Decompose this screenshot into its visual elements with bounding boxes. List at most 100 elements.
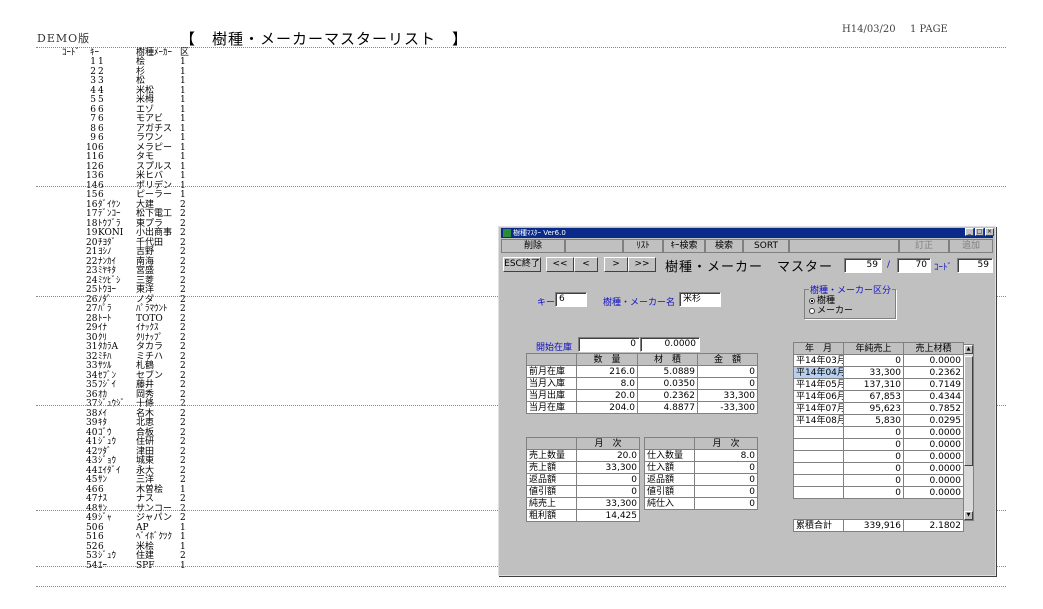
row-code: 11 — [86, 152, 98, 162]
key-field[interactable]: 6 — [555, 292, 587, 307]
row-name: ﾍﾞｲﾎﾞｸﾂｸ — [136, 532, 173, 542]
scroll-up-icon[interactable]: ▲ — [964, 345, 973, 354]
table-row[interactable]: 平14年06月 67,853 0.4344 — [793, 390, 964, 403]
esc-exit-button[interactable]: ESC終了 — [503, 257, 541, 272]
cell-value: 0 — [843, 474, 904, 487]
cell-value: 95,623 — [843, 402, 904, 415]
minimize-button[interactable]: _ — [965, 228, 974, 236]
cell-value: 20.0 — [576, 389, 638, 402]
table-row: 売上額 33,300 — [526, 461, 640, 474]
row-kind: 2 — [180, 266, 186, 276]
row-key: ｻﾝ — [98, 475, 108, 485]
table-row[interactable]: 平14年03月 0 0.0000 — [793, 354, 964, 367]
menu-list[interactable]: ﾘｽﾄ — [623, 239, 663, 253]
month-cell — [793, 426, 844, 439]
row-label: 値引額 — [526, 485, 577, 498]
row-key: ｼﾞｮｳ — [98, 456, 117, 466]
master-window[interactable]: 樹種ﾏｽﾀｰ Ver6.0 _ □ × 削除 ﾘｽﾄ ｷｰ検索 検索 SORT … — [498, 226, 996, 576]
report-date: H14/03/20 — [842, 24, 896, 35]
menu-blank-2[interactable] — [789, 239, 899, 253]
kind-radio-maker-label: メーカー — [817, 306, 854, 316]
window-title-bar[interactable]: 樹種ﾏｽﾀｰ Ver6.0 — [501, 228, 993, 238]
history-header-row: 年 月年純売上 売上材積 — [793, 342, 964, 355]
cell-value: 0 — [843, 438, 904, 451]
kind-radio-maker[interactable]: メーカー — [809, 307, 853, 316]
col-code-header: ｺｰﾄﾞ — [62, 48, 81, 58]
cell-value: 0.0000 — [903, 426, 964, 439]
cell-value: 0 — [694, 461, 758, 474]
name-field[interactable]: 米杉 — [679, 292, 721, 307]
row-key: ﾄｳﾖｰ — [98, 285, 117, 295]
row-name: 松 — [136, 76, 146, 86]
next-record-button[interactable]: > — [604, 257, 628, 272]
table-row: 前月在庫 216.0 5.0889 0 — [526, 365, 758, 378]
table-row[interactable]: 0 0.0000 — [793, 438, 964, 451]
cell-value: 0 — [694, 497, 758, 510]
record-current-field[interactable]: 59 — [844, 258, 882, 273]
table-row[interactable]: 0 0.0000 — [793, 486, 964, 499]
row-name: 住研 — [136, 437, 155, 447]
month-header: 月 次 — [694, 437, 758, 450]
kind-group: 樹種・メーカー区分 樹種 メーカー — [804, 283, 896, 319]
radio-selected-icon — [809, 297, 815, 304]
row-name: モアビ — [136, 114, 164, 124]
scroll-down-icon[interactable]: ▼ — [964, 511, 973, 520]
row-code: 7 — [90, 114, 96, 124]
cell-value: 0.4344 — [903, 390, 964, 403]
month-cell — [793, 486, 844, 499]
row-key: 6 — [98, 152, 104, 162]
table-row[interactable]: 0 0.0000 — [793, 462, 964, 475]
row-kind: 2 — [180, 418, 186, 428]
row-label: 売上額 — [526, 461, 577, 474]
monthly-sales-table: 月 次売上数量 20.0 売上額 33,300 返品額 0 値引額 0 純売上 33,300 粗利額… — [526, 437, 640, 522]
menu-key-search[interactable]: ｷｰ検索 — [663, 239, 705, 253]
row-kind: 2 — [180, 456, 186, 466]
menu-blank-1[interactable] — [565, 239, 623, 253]
menu-sort[interactable]: SORT — [743, 239, 789, 253]
table-row[interactable]: 平14年07月 95,623 0.7852 — [793, 402, 964, 415]
report-page: 1 PAGE — [910, 24, 948, 35]
cell-value: 33,300 — [576, 461, 640, 474]
row-kind: 2 — [180, 437, 186, 447]
row-code: 3 — [90, 76, 96, 86]
last-record-button[interactable]: >> — [628, 257, 656, 272]
row-key: ｼﾞｬ — [98, 513, 112, 523]
scroll-thumb[interactable] — [964, 356, 973, 466]
cell-value: 0.0000 — [903, 438, 964, 451]
month-cell: 平14年04月 — [793, 366, 844, 379]
menu-add[interactable]: 追加 — [949, 239, 993, 253]
cell-value: 0 — [843, 450, 904, 463]
menu-edit[interactable]: 訂正 — [899, 239, 949, 253]
monthly_purchase-header-row: 月 次 — [644, 437, 758, 450]
kind-radio-tree[interactable]: 樹種 — [809, 297, 835, 306]
cell-value: 0 — [576, 473, 640, 486]
code-field[interactable]: 59 — [957, 258, 993, 273]
close-button[interactable]: × — [985, 228, 994, 236]
row-kind: 2 — [180, 304, 186, 314]
opening-vol-field[interactable]: 0.0000 — [640, 337, 700, 352]
table-row[interactable]: 平14年08月 5,830 0.0295 — [793, 414, 964, 427]
cell-value: 0.2362 — [903, 366, 964, 379]
cell-value: 0.0295 — [903, 414, 964, 427]
row-name: 米栂 — [136, 95, 155, 105]
row-key: 6 — [98, 133, 104, 143]
table-row[interactable]: 0 0.0000 — [793, 474, 964, 487]
history-scrollbar[interactable]: ▲ ▼ — [963, 344, 974, 521]
menu-delete[interactable]: 削除 — [501, 239, 565, 253]
maximize-button[interactable]: □ — [975, 228, 984, 236]
row-name: 吉野 — [136, 247, 155, 257]
opening-qty-field[interactable]: 0 — [578, 337, 640, 352]
row-code: 25 — [86, 285, 98, 295]
table-row[interactable]: 平14年05月 137,310 0.7149 — [793, 378, 964, 391]
first-record-button[interactable]: << — [546, 257, 574, 272]
table-row[interactable]: 平14年04月 33,300 0.2362 — [793, 366, 964, 379]
cell-value: 8.0 — [576, 377, 638, 390]
prev-record-button[interactable]: < — [574, 257, 598, 272]
cell-value: 216.0 — [576, 365, 638, 378]
table-row[interactable]: 0 0.0000 — [793, 450, 964, 463]
row-key: ｻﾂﾙ — [98, 361, 112, 371]
row-key: 5 — [98, 95, 104, 105]
record-total-field[interactable]: 70 — [897, 258, 931, 273]
menu-search[interactable]: 検索 — [705, 239, 743, 253]
table-row[interactable]: 0 0.0000 — [793, 426, 964, 439]
